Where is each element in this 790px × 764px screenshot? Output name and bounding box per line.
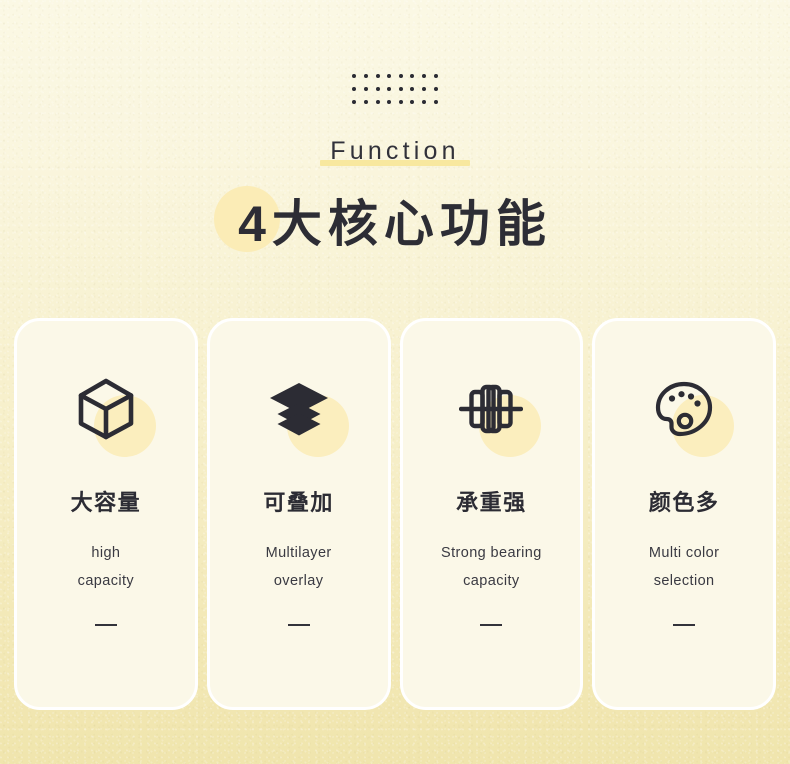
card-description: high capacity — [78, 539, 134, 595]
eyebrow-label: Function — [330, 137, 460, 165]
dot — [352, 74, 357, 78]
dot — [398, 87, 403, 91]
dot — [410, 87, 415, 91]
card-divider-dash — [480, 624, 503, 626]
dot — [352, 100, 357, 104]
feature-card-load-bearing[interactable]: 承重强 Strong bearing capacity — [399, 318, 584, 710]
layers-stack-icon — [269, 382, 328, 435]
icon-area — [595, 321, 773, 496]
heading-label: 4大核心功能 — [238, 196, 552, 252]
card-divider-dash — [94, 624, 117, 626]
card-description-line1: high — [91, 545, 121, 561]
dot — [410, 100, 415, 104]
dot — [421, 74, 426, 78]
card-description: Multilayer overlay — [266, 539, 332, 595]
dot — [364, 87, 369, 91]
card-description-line1: Multilayer — [265, 545, 332, 561]
card-description-line1: Strong bearing — [441, 545, 542, 561]
dot — [398, 74, 403, 78]
dumbbell-icon — [459, 384, 524, 433]
eyebrow-text-container: Function — [320, 134, 470, 168]
card-description-line2: selection — [653, 573, 715, 589]
dot — [410, 74, 415, 78]
dot — [421, 87, 426, 91]
icon-area — [403, 321, 581, 496]
dot — [375, 74, 380, 78]
icon-area — [210, 321, 388, 496]
feature-section: Function 4大核心功能 大容量 high capacity 可叠加 Mu… — [0, 0, 790, 764]
dot — [433, 100, 438, 104]
dot — [364, 100, 369, 104]
dot — [387, 87, 392, 91]
cube-icon — [78, 378, 134, 439]
dot — [375, 87, 380, 91]
dot — [433, 74, 438, 78]
dot — [433, 87, 438, 91]
card-divider-dash — [287, 624, 310, 626]
icon-area — [17, 321, 195, 496]
dot — [387, 74, 392, 78]
dot-row — [352, 74, 438, 78]
dot-row — [352, 100, 438, 104]
feature-card-stackable[interactable]: 可叠加 Multilayer overlay — [206, 318, 391, 710]
dot — [421, 100, 426, 104]
dot — [375, 100, 380, 104]
heading-container: 4大核心功能 — [214, 186, 552, 258]
card-description-line2: capacity — [77, 573, 135, 589]
feature-card-colors[interactable]: 颜色多 Multi color selection — [592, 318, 776, 710]
dot — [364, 74, 369, 78]
card-divider-dash — [673, 624, 696, 626]
card-description-line2: overlay — [273, 573, 324, 589]
card-description: Strong bearing capacity — [441, 539, 542, 595]
dot — [387, 100, 392, 104]
dot — [352, 87, 357, 91]
feature-card-capacity[interactable]: 大容量 high capacity — [14, 318, 198, 710]
card-description-line1: Multi color — [648, 545, 720, 561]
dot-row — [352, 87, 438, 91]
palette-icon — [656, 381, 713, 436]
dot-grid-icon — [0, 74, 790, 104]
card-description: Multi color selection — [649, 539, 719, 595]
section-eyebrow: Function — [0, 134, 790, 168]
page-title: 4大核心功能 — [0, 186, 790, 258]
feature-card-list: 大容量 high capacity 可叠加 Multilayer overlay… — [14, 318, 776, 710]
dot — [398, 100, 403, 104]
card-description-line2: capacity — [463, 573, 520, 589]
